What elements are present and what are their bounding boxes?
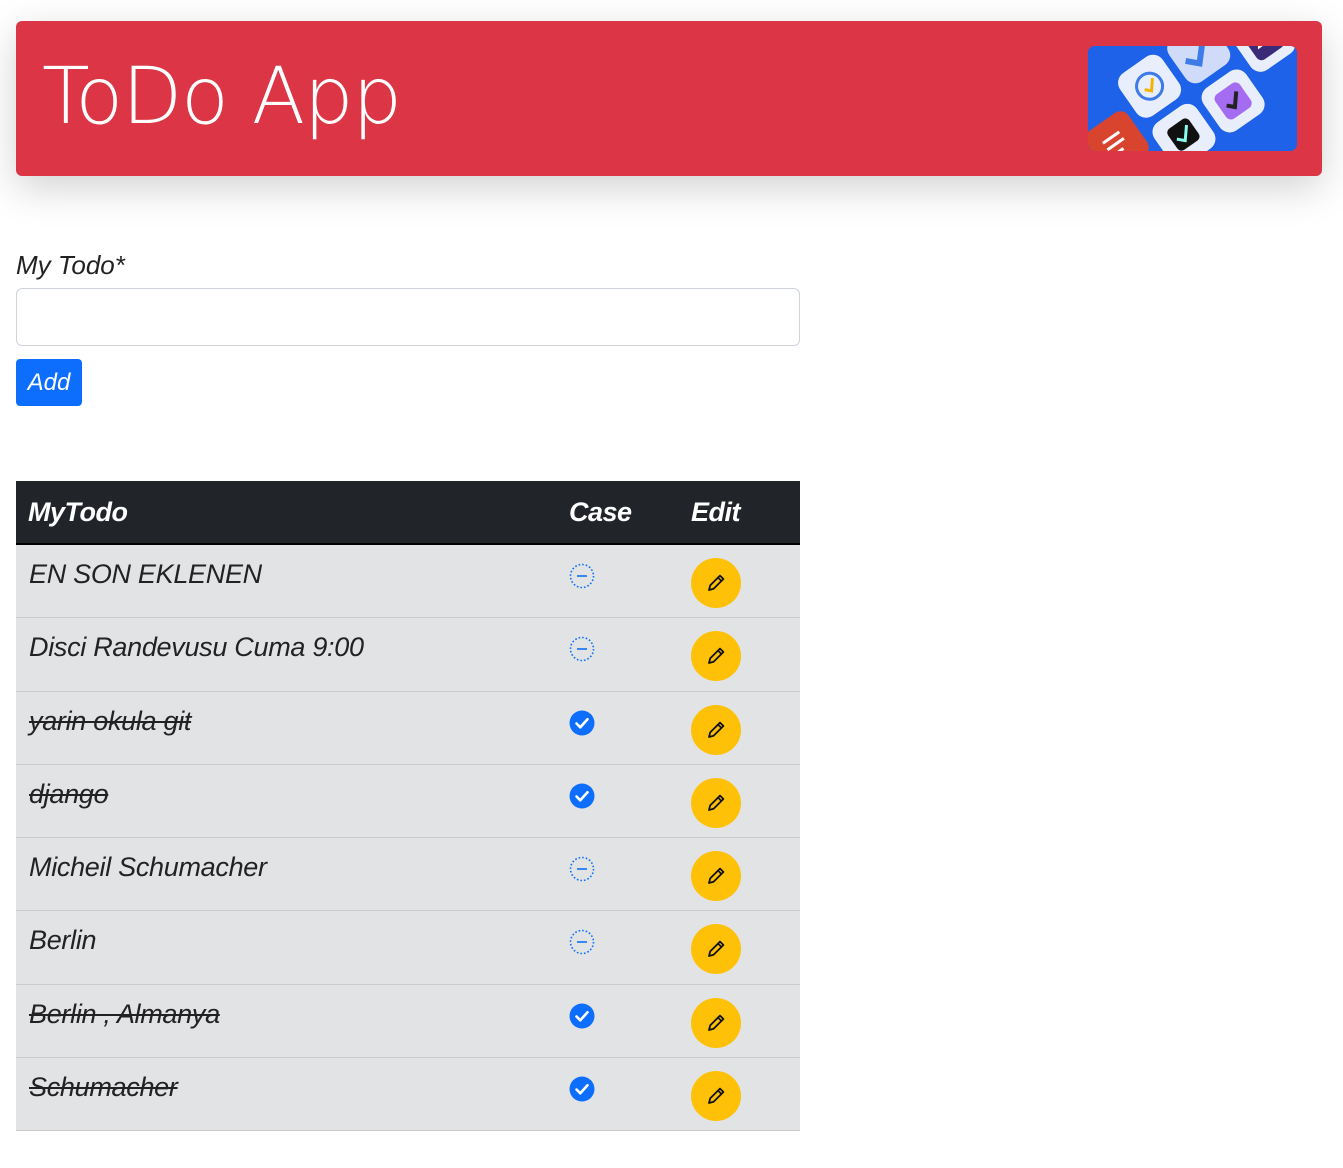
dash-circle-dotted-icon[interactable] [569,929,595,955]
edit-button[interactable] [691,558,741,608]
todo-text: EN SON EKLENEN [29,559,262,589]
header-case: Case [569,497,632,527]
edit-button[interactable] [691,1071,741,1122]
pencil-icon [705,719,727,741]
table-row: Schumacher [16,1058,800,1132]
table-body: EN SON EKLENEN Disci Randevusu Cuma 9:00 y… [16,545,800,1132]
table-row: EN SON EKLENEN [16,545,800,619]
app-header: ToDo App [16,21,1322,176]
edit-button[interactable] [691,924,741,975]
todo-text: yarin okula git [29,705,192,736]
edit-button[interactable] [691,997,741,1048]
pencil-icon [705,572,727,594]
todo-label: My Todo* [16,250,125,280]
pencil-icon [705,1012,727,1034]
table-row: yarin okula git [16,691,800,765]
header-mytodo: MyTodo [28,497,128,527]
edit-button[interactable] [691,704,741,755]
table-row: Berlin [16,911,800,985]
todo-text: Berlin , Almanya [29,998,220,1029]
todo-text: Disci Randevusu Cuma 9:00 [29,632,364,663]
table-row: django [16,764,800,839]
pencil-icon [705,1085,727,1107]
table-row: Micheil Schumacher [16,838,800,912]
check-circle-fill-icon[interactable] [569,1003,595,1029]
pencil-icon [705,792,727,814]
dash-circle-dotted-icon[interactable] [569,636,595,662]
header-edit: Edit [691,497,741,527]
check-circle-fill-icon[interactable] [569,1076,595,1102]
table-row: Disci Randevusu Cuma 9:00 [16,618,800,692]
pencil-icon [705,865,727,887]
edit-button[interactable] [691,631,741,682]
add-button[interactable]: Add [16,359,82,406]
todo-text: Schumacher [29,1072,178,1103]
pencil-icon [705,938,727,960]
todo-text: Berlin [29,925,97,956]
todo-input[interactable] [16,288,800,346]
todo-table: MyTodo Case Edit EN SON EKLENEN Disci Ran… [16,481,800,1132]
edit-button[interactable] [691,777,741,828]
todo-text: django [29,778,109,809]
table-row: Berlin , Almanya [16,984,800,1059]
todo-apps-collage-logo [1088,46,1297,151]
dash-circle-dotted-icon[interactable] [569,563,595,589]
edit-button[interactable] [691,851,741,902]
table-header: MyTodo Case Edit [16,481,800,545]
app-title: ToDo App [42,52,402,142]
check-circle-fill-icon[interactable] [569,783,595,809]
check-circle-fill-icon[interactable] [569,710,595,736]
dash-circle-dotted-icon[interactable] [569,856,595,882]
todo-text: Micheil Schumacher [29,852,267,883]
pencil-icon [705,645,727,667]
